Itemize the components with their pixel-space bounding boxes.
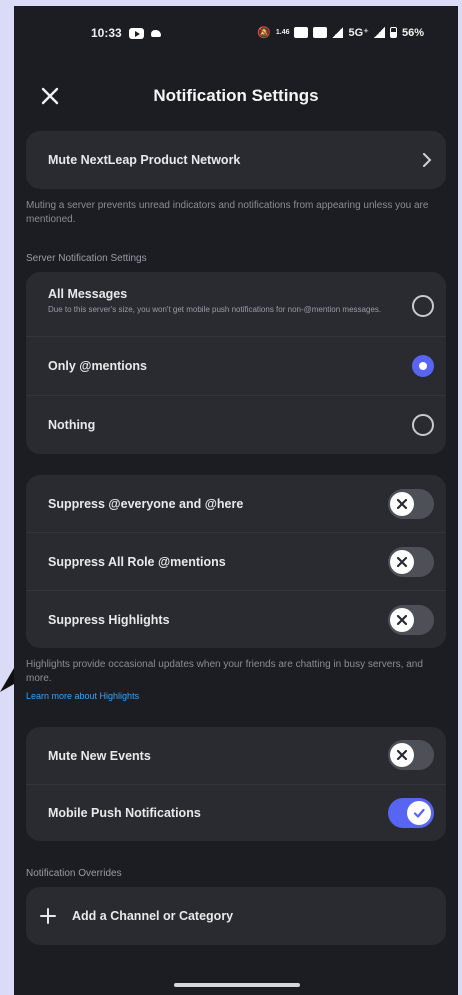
- suppress-highlights-label: Suppress Highlights: [48, 612, 170, 627]
- page-title: Notification Settings: [153, 86, 319, 105]
- option-nothing[interactable]: Nothing: [26, 396, 446, 454]
- push-notifications-label: Mobile Push Notifications: [48, 806, 201, 820]
- suppress-card: Suppress @everyone and @here Suppress Al…: [26, 475, 446, 648]
- mute-events-toggle[interactable]: [388, 740, 434, 770]
- suppress-everyone-label: Suppress @everyone and @here: [48, 496, 244, 511]
- highlights-link[interactable]: Learn more about Highlights: [26, 691, 139, 701]
- network-speed: 1.46: [275, 29, 290, 36]
- battery-icon: [389, 27, 397, 38]
- status-left: 10:33: [91, 26, 161, 40]
- highlights-help: Highlights provide occasional updates wh…: [26, 659, 423, 684]
- server-notification-heading: Server Notification Settings: [26, 253, 147, 264]
- cloud-icon: [150, 29, 161, 37]
- radio-only-mentions[interactable]: [412, 355, 434, 377]
- mute-server-label: Mute NextLeap Product Network: [48, 153, 241, 167]
- overrides-heading: Notification Overrides: [26, 868, 122, 879]
- toggle-knob: [407, 801, 431, 825]
- signal-icon: [332, 27, 344, 38]
- add-override-row[interactable]: Add a Channel or Category: [26, 887, 446, 945]
- option-only-mentions[interactable]: Only @mentions: [26, 337, 446, 395]
- radio-all-messages[interactable]: [412, 295, 434, 317]
- toggle-knob: [390, 492, 414, 516]
- volte-2-icon: [313, 27, 328, 38]
- network-type: 5G⁺: [348, 27, 369, 39]
- check-icon: [413, 808, 425, 818]
- mute-vibrate-icon: 🔕: [257, 27, 271, 39]
- suppress-everyone-toggle[interactable]: [388, 489, 434, 519]
- header: Notification Settings: [14, 62, 458, 130]
- home-indicator[interactable]: [174, 983, 300, 987]
- volte-icon: [294, 27, 309, 38]
- toggle-knob: [390, 743, 414, 767]
- mute-server-row[interactable]: Mute NextLeap Product Network: [26, 131, 446, 189]
- option-sub: Due to this server's size, you won't get…: [48, 305, 382, 314]
- youtube-icon: [128, 27, 144, 39]
- suppress-roles-label: Suppress All Role @mentions: [48, 554, 226, 569]
- signal-2-icon: [373, 27, 385, 38]
- add-override-label: Add a Channel or Category: [72, 909, 234, 923]
- plus-icon: [40, 908, 56, 924]
- x-icon: [396, 614, 408, 626]
- close-icon[interactable]: [38, 84, 62, 108]
- suppress-highlights-toggle[interactable]: [388, 605, 434, 635]
- option-label: All Messages: [48, 287, 128, 301]
- option-all-messages[interactable]: All Messages Due to this server's size, …: [26, 272, 446, 336]
- status-bar: 10:33 🔕 1.46 5G⁺ 56%: [14, 6, 458, 62]
- status-time: 10:33: [91, 26, 122, 40]
- option-label: Nothing: [48, 418, 96, 432]
- radio-nothing[interactable]: [412, 414, 434, 436]
- chevron-right-icon: [423, 153, 432, 167]
- toggle-knob: [390, 550, 414, 574]
- push-notifications-toggle[interactable]: [388, 798, 434, 828]
- events-card: Mute New Events Mobile Push Notification…: [26, 727, 446, 841]
- x-icon: [396, 498, 408, 510]
- add-override-card[interactable]: Add a Channel or Category: [26, 887, 446, 945]
- x-icon: [396, 556, 408, 568]
- x-icon: [396, 749, 408, 761]
- server-notification-card: All Messages Due to this server's size, …: [26, 272, 446, 454]
- suppress-roles-row[interactable]: Suppress All Role @mentions: [26, 533, 446, 590]
- mute-server-card[interactable]: Mute NextLeap Product Network: [26, 131, 446, 189]
- arrow-pointer-icon: [0, 668, 14, 692]
- toggle-knob: [390, 608, 414, 632]
- push-notifications-row[interactable]: Mobile Push Notifications: [26, 785, 446, 841]
- mute-events-label: Mute New Events: [48, 748, 151, 763]
- suppress-roles-toggle[interactable]: [388, 547, 434, 577]
- mute-events-row[interactable]: Mute New Events: [26, 727, 446, 784]
- status-right: 🔕 1.46 5G⁺ 56%: [257, 26, 424, 40]
- option-label: Only @mentions: [48, 359, 148, 373]
- battery-percent: 56%: [401, 26, 424, 39]
- suppress-highlights-row[interactable]: Suppress Highlights: [26, 591, 446, 648]
- phone-screen: 10:33 🔕 1.46 5G⁺ 56% Notification Settin…: [14, 6, 458, 995]
- suppress-everyone-row[interactable]: Suppress @everyone and @here: [26, 475, 446, 532]
- mute-server-help: Muting a server prevents unread indicato…: [26, 200, 429, 225]
